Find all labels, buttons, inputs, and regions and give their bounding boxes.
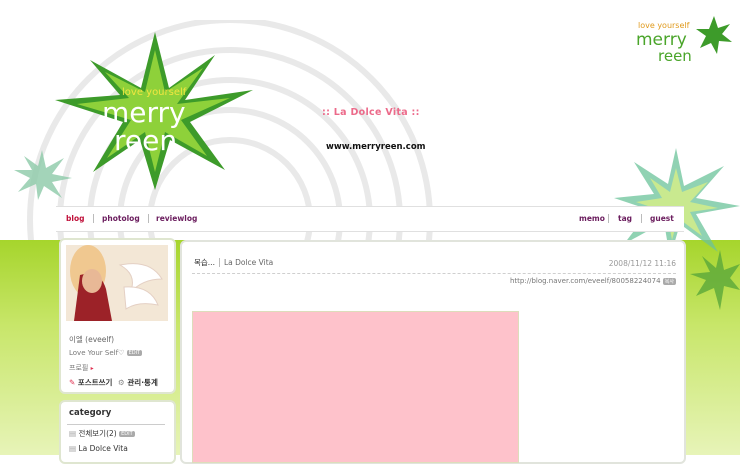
manage-stats-button[interactable]: 관리·통계 [127, 378, 157, 387]
nav-memo[interactable]: memo [579, 214, 605, 223]
copy-badge[interactable]: 복사 [662, 277, 676, 285]
nav-guest[interactable]: guest [650, 214, 674, 223]
category-item-count: (2) [106, 429, 117, 438]
pencil-icon: ✎ [69, 378, 76, 387]
category-box: category ▤ 전체보기(2) EDIT ▤ La Dolce Vita [59, 400, 176, 464]
post-url[interactable]: http://blog.naver.com/eveelf/80058224074 [510, 277, 661, 285]
post-image [192, 311, 519, 463]
profile-name[interactable]: 이엘 (eveelf) [69, 334, 114, 345]
nav-photolog[interactable]: photolog [102, 214, 140, 223]
nav-separator [148, 214, 149, 223]
category-item-label: La Dolce Vita [78, 444, 128, 453]
small-logo-tagline: love yourself [638, 21, 690, 30]
folder-icon: ▤ [69, 429, 77, 438]
site-url[interactable]: www.merryreen.com [326, 142, 426, 152]
divider [192, 273, 676, 274]
leaf-decoration-icon [690, 250, 740, 310]
leaf-decoration-icon [14, 150, 72, 200]
nav-reviewlog[interactable]: reviewlog [156, 214, 197, 223]
profile-link[interactable]: 프로필 ▸ [69, 363, 94, 373]
edit-badge[interactable]: EDIT [126, 350, 143, 356]
post-category[interactable]: La Dolce Vita [218, 258, 274, 267]
category-item[interactable]: ▤ La Dolce Vita [69, 444, 128, 453]
gear-icon: ⚙ [118, 378, 125, 387]
blog-title: :: La Dolce Vita :: [322, 107, 420, 118]
nav-tag[interactable]: tag [618, 214, 632, 223]
small-logo: love yourself merry reen [636, 16, 732, 65]
category-item-label: 전체보기 [78, 429, 107, 438]
folder-icon: ▤ [69, 444, 77, 453]
post-title[interactable]: 복습... [194, 258, 215, 267]
top-navigation: blog photolog reviewlog memo tag guest [56, 206, 684, 232]
nav-separator [608, 214, 609, 223]
post-area: 복습... La Dolce Vita 2008/11/12 11:16 http… [180, 240, 686, 464]
profile-message-text: Love Your Self♡ [69, 349, 125, 357]
nav-separator [641, 214, 642, 223]
nav-blog[interactable]: blog [66, 214, 84, 223]
divider [67, 424, 165, 425]
post-header: 복습... La Dolce Vita [194, 257, 274, 268]
write-post-button[interactable]: 포스트쓰기 [78, 378, 113, 387]
category-title: category [69, 408, 112, 418]
small-logo-line2: reen [658, 47, 692, 65]
logo-line2: reen [114, 124, 177, 157]
post-permalink: http://blog.naver.com/eveelf/80058224074… [510, 277, 676, 285]
category-item[interactable]: ▤ 전체보기(2) EDIT [69, 428, 135, 439]
nav-separator [93, 214, 94, 223]
profile-actions: ✎ 포스트쓰기 ⚙ 관리·통계 [69, 377, 158, 388]
profile-photo[interactable] [66, 245, 168, 321]
profile-box: 이엘 (eveelf) Love Your Self♡ EDIT 프로필 ▸ ✎… [59, 238, 176, 394]
profile-message: Love Your Self♡ EDIT [69, 349, 143, 357]
post-date: 2008/11/12 11:16 [608, 259, 676, 268]
site-logo[interactable]: love yourself merry reen [50, 30, 260, 195]
edit-badge[interactable]: EDIT [119, 431, 135, 437]
profile-link-text: 프로필 [69, 364, 89, 372]
arrow-icon: ▸ [90, 365, 94, 372]
